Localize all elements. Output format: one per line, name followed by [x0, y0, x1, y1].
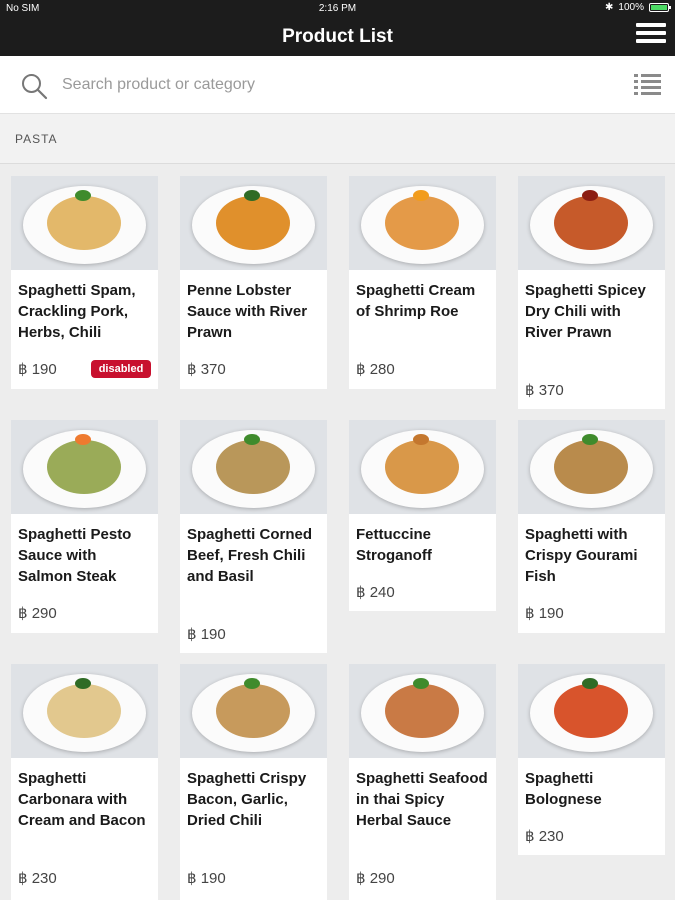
- product-photo: [518, 420, 665, 514]
- product-name: Spaghetti Cream of Shrimp Roe: [356, 282, 476, 320]
- product-photo: [349, 176, 496, 270]
- product-price: ฿ 190: [187, 870, 226, 887]
- product-photo: [180, 664, 327, 758]
- disabled-badge: disabled: [91, 360, 151, 378]
- product-card[interactable]: Spaghetti Cream of Shrimp Roe ฿ 280: [349, 176, 496, 389]
- product-price: ฿ 190: [187, 626, 226, 643]
- product-card[interactable]: Penne Lobster Sauce with River Prawn ฿ 3…: [180, 176, 327, 389]
- status-bar: No SIM 2:16 PM ✱ 100%: [0, 0, 675, 18]
- product-card[interactable]: Spaghetti Carbonara with Cream and Bacon…: [11, 664, 158, 900]
- product-name: Penne Lobster Sauce with River Prawn: [187, 282, 308, 341]
- product-price: ฿ 290: [356, 870, 395, 887]
- product-price: ฿ 230: [525, 828, 564, 845]
- bluetooth-icon: ✱: [605, 2, 614, 13]
- product-photo: [11, 420, 158, 514]
- product-name: Spaghetti Pesto Sauce with Salmon Steak: [18, 526, 132, 585]
- battery-percent: 100%: [618, 2, 644, 13]
- product-name: Spaghetti with Crispy Gourami Fish: [525, 526, 638, 585]
- product-card[interactable]: Spaghetti with Crispy Gourami Fish ฿ 190: [518, 420, 665, 633]
- product-price: ฿ 370: [187, 361, 226, 378]
- product-price: ฿ 370: [525, 382, 564, 399]
- product-photo: [518, 664, 665, 758]
- product-name: Spaghetti Crispy Bacon, Garlic, Dried Ch…: [187, 770, 307, 829]
- clock: 2:16 PM: [318, 3, 357, 14]
- page-title: Product List: [282, 26, 393, 47]
- status-icons: ✱ 100%: [605, 2, 671, 13]
- product-price: ฿ 190: [525, 605, 564, 622]
- product-name: Spaghetti Spicey Dry Chili with River Pr…: [525, 282, 646, 341]
- product-name: Fettuccine Stroganoff: [356, 526, 432, 564]
- product-card[interactable]: Spaghetti Seafood in thai Spicy Herbal S…: [349, 664, 496, 900]
- product-photo: [349, 664, 496, 758]
- category-title: PASTA: [15, 132, 58, 146]
- product-card[interactable]: Fettuccine Stroganoff ฿ 240: [349, 420, 496, 611]
- product-name: Spaghetti Spam, Crackling Pork, Herbs, C…: [18, 282, 136, 341]
- hamburger-menu-icon[interactable]: [636, 23, 666, 51]
- product-card[interactable]: Spaghetti Corned Beef, Fresh Chili and B…: [180, 420, 327, 653]
- product-card[interactable]: Spaghetti Spam, Crackling Pork, Herbs, C…: [11, 176, 158, 389]
- battery-fill: [651, 5, 667, 10]
- product-price: ฿ 290: [18, 605, 57, 622]
- product-photo: [11, 664, 158, 758]
- product-card[interactable]: Spaghetti Pesto Sauce with Salmon Steak …: [11, 420, 158, 633]
- product-name: Spaghetti Carbonara with Cream and Bacon: [18, 770, 146, 829]
- product-photo: [180, 420, 327, 514]
- product-price: ฿ 230: [18, 870, 57, 887]
- battery-icon: [649, 3, 671, 12]
- product-card[interactable]: Spaghetti Crispy Bacon, Garlic, Dried Ch…: [180, 664, 327, 900]
- category-header: PASTA: [0, 114, 675, 164]
- list-view-icon[interactable]: [634, 73, 661, 97]
- search-input[interactable]: [62, 72, 562, 98]
- product-name: Spaghetti Bolognese: [525, 770, 602, 808]
- search-bar: [0, 56, 675, 114]
- product-photo: [180, 176, 327, 270]
- search-icon[interactable]: [20, 72, 48, 100]
- product-card[interactable]: Spaghetti Spicey Dry Chili with River Pr…: [518, 176, 665, 409]
- product-price: ฿ 280: [356, 361, 395, 378]
- product-photo: [518, 176, 665, 270]
- product-price: ฿ 240: [356, 584, 395, 601]
- product-price: ฿ 190: [18, 361, 57, 378]
- nav-bar: Product List: [0, 18, 675, 56]
- product-name: Spaghetti Corned Beef, Fresh Chili and B…: [187, 526, 313, 585]
- product-name: Spaghetti Seafood in thai Spicy Herbal S…: [356, 770, 488, 829]
- product-photo: [11, 176, 158, 270]
- product-card[interactable]: Spaghetti Bolognese ฿ 230: [518, 664, 665, 855]
- product-photo: [349, 420, 496, 514]
